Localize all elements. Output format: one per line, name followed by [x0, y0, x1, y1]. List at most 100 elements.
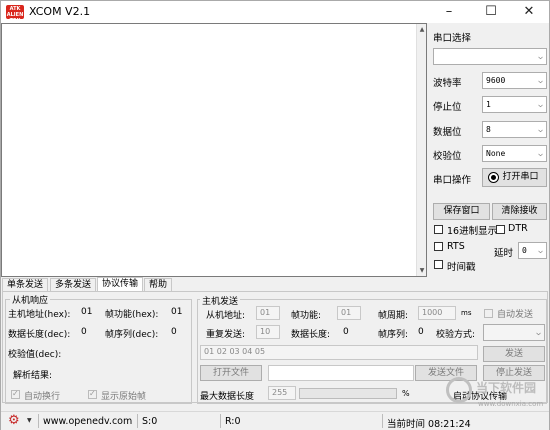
slave-group-title: 从机响应 — [10, 293, 51, 306]
clear-receive-button[interactable]: 清除接收 — [492, 203, 547, 220]
watermark: 当下软件园 www.downxia.com — [446, 377, 546, 413]
open-file-button[interactable]: 打开文件 — [200, 365, 262, 381]
dtr-checkbox[interactable] — [496, 225, 505, 234]
maximize-button[interactable]: ☐ — [471, 1, 511, 23]
receive-textarea[interactable]: ▲ ▼ — [1, 23, 427, 277]
rts-label: RTS — [447, 241, 465, 252]
port-select[interactable]: ⌵ — [433, 48, 547, 65]
progress-unit: % — [402, 389, 410, 398]
tab-protocol[interactable]: 协议传输 — [97, 277, 143, 292]
port-op-label: 串口操作 — [433, 175, 472, 186]
chevron-down-icon: ⌵ — [538, 125, 543, 134]
master-period-unit: ms — [461, 309, 472, 317]
send-button[interactable]: 发送 — [483, 346, 545, 362]
databit-value: 8 — [486, 125, 491, 134]
slave-func-label: 帧功能(hex): — [105, 310, 159, 320]
baud-value: 9600 — [486, 76, 506, 85]
auto-send-label: 自动发送 — [497, 310, 534, 320]
slave-len-label: 数据长度(dec): — [8, 330, 71, 340]
delay-select[interactable]: 0 ⌵ — [518, 242, 547, 259]
file-path-field[interactable] — [268, 365, 414, 381]
master-period-field[interactable]: 1000 — [418, 306, 456, 320]
slave-addr-label: 主机地址(hex): — [8, 310, 71, 320]
website-link[interactable]: www.openedv.com — [43, 416, 132, 427]
checkmode-select[interactable]: ⌵ — [483, 324, 545, 341]
dtr-label: DTR — [508, 223, 528, 234]
databit-select[interactable]: 8 ⌵ — [482, 121, 547, 138]
watermark-text: 当下软件园 — [476, 381, 537, 395]
auto-wrap-label: 自动换行 — [24, 392, 61, 402]
tab-single-send[interactable]: 单条发送 — [2, 278, 48, 292]
tab-multi-send[interactable]: 多条发送 — [50, 278, 96, 292]
delay-label: 延时 — [494, 248, 514, 259]
delay-value: 0 — [522, 246, 527, 255]
save-window-button[interactable]: 保存窗口 — [433, 203, 490, 220]
master-period-label: 帧周期: — [378, 311, 409, 321]
master-seq-value: 0 — [418, 327, 424, 337]
raw-frame-label: 显示原始帧 — [101, 392, 147, 402]
settings-dropdown-icon[interactable]: ▼ — [27, 417, 32, 424]
stopbit-label: 停止位 — [433, 102, 462, 113]
master-repeat-field[interactable]: 10 — [256, 325, 280, 339]
title-bar: ATK ALIEN TEK XCOM V2.1 – ☐ ✕ — [1, 1, 549, 24]
app-logo: ATK ALIEN TEK — [6, 5, 24, 24]
timestamp-label: 时间戳 — [447, 262, 476, 273]
master-repeat-label: 重复发送: — [206, 330, 246, 340]
hex-display-checkbox[interactable] — [434, 225, 443, 234]
master-seq-label: 帧序列: — [378, 330, 409, 340]
chevron-down-icon: ⌵ — [538, 149, 543, 158]
slave-check-label: 校验值(dec): — [8, 350, 62, 360]
chevron-down-icon: ⌵ — [538, 76, 543, 85]
master-len-value: 0 — [343, 327, 349, 337]
raw-frame-checkbox[interactable] — [88, 389, 97, 399]
databit-label: 数据位 — [433, 127, 462, 138]
receive-count: R:0 — [225, 416, 241, 427]
chevron-down-icon: ⌵ — [538, 246, 543, 255]
parity-value: None — [486, 149, 506, 158]
master-addr-field[interactable]: 01 — [256, 306, 280, 320]
timestamp-checkbox[interactable] — [434, 260, 443, 269]
send-data-field[interactable]: 01 02 03 04 05 — [200, 345, 478, 360]
chevron-down-icon: ⌵ — [536, 328, 541, 337]
baud-label: 波特率 — [433, 78, 462, 89]
max-len-field[interactable]: 255 — [268, 386, 296, 400]
slave-addr-value: 01 — [81, 307, 93, 317]
max-len-label: 最大数据长度 — [200, 392, 255, 402]
auto-send-checkbox[interactable] — [484, 309, 493, 318]
master-checkmode-label: 校验方式: — [436, 330, 476, 340]
open-port-button[interactable]: 打开串口 — [482, 168, 547, 187]
master-len-label: 数据长度: — [291, 330, 331, 340]
slave-parse-label: 解析结果: — [13, 371, 53, 381]
master-group-title: 主机发送 — [200, 294, 241, 307]
window-title: XCOM V2.1 — [29, 5, 91, 18]
receive-scrollbar[interactable]: ▲ ▼ — [416, 24, 426, 276]
parity-label: 校验位 — [433, 151, 462, 162]
minimize-button[interactable]: – — [429, 1, 469, 23]
slave-len-value: 0 — [81, 327, 87, 337]
master-func-field[interactable]: 01 — [337, 306, 361, 320]
watermark-logo-icon — [446, 377, 472, 403]
scroll-down-icon[interactable]: ▼ — [418, 266, 426, 275]
stopbit-value: 1 — [486, 100, 491, 109]
gear-icon[interactable]: ⚙ — [8, 414, 20, 428]
port-status-icon — [488, 172, 499, 183]
baud-select[interactable]: 9600 ⌵ — [482, 72, 547, 89]
open-port-label: 打开串口 — [502, 172, 539, 182]
app-window: ATK ALIEN TEK XCOM V2.1 – ☐ ✕ ▲ ▼ 串口选择 ⌵… — [0, 0, 550, 430]
tab-help[interactable]: 帮助 — [144, 278, 172, 292]
slave-func-value: 01 — [171, 307, 183, 317]
port-select-label: 串口选择 — [433, 33, 472, 44]
rts-checkbox[interactable] — [434, 242, 443, 251]
scroll-up-icon[interactable]: ▲ — [418, 25, 426, 34]
slave-seq-value: 0 — [171, 327, 177, 337]
hex-display-label: 16进制显示 — [447, 226, 498, 237]
parity-select[interactable]: None ⌵ — [482, 145, 547, 162]
close-button[interactable]: ✕ — [509, 1, 549, 23]
chevron-down-icon: ⌵ — [538, 52, 543, 61]
master-addr-label: 从机地址: — [206, 311, 246, 321]
auto-wrap-checkbox[interactable] — [11, 389, 20, 399]
send-count: S:0 — [142, 416, 158, 427]
send-progress-bar — [299, 388, 397, 399]
watermark-url: www.downxia.com — [478, 400, 544, 408]
stopbit-select[interactable]: 1 ⌵ — [482, 96, 547, 113]
